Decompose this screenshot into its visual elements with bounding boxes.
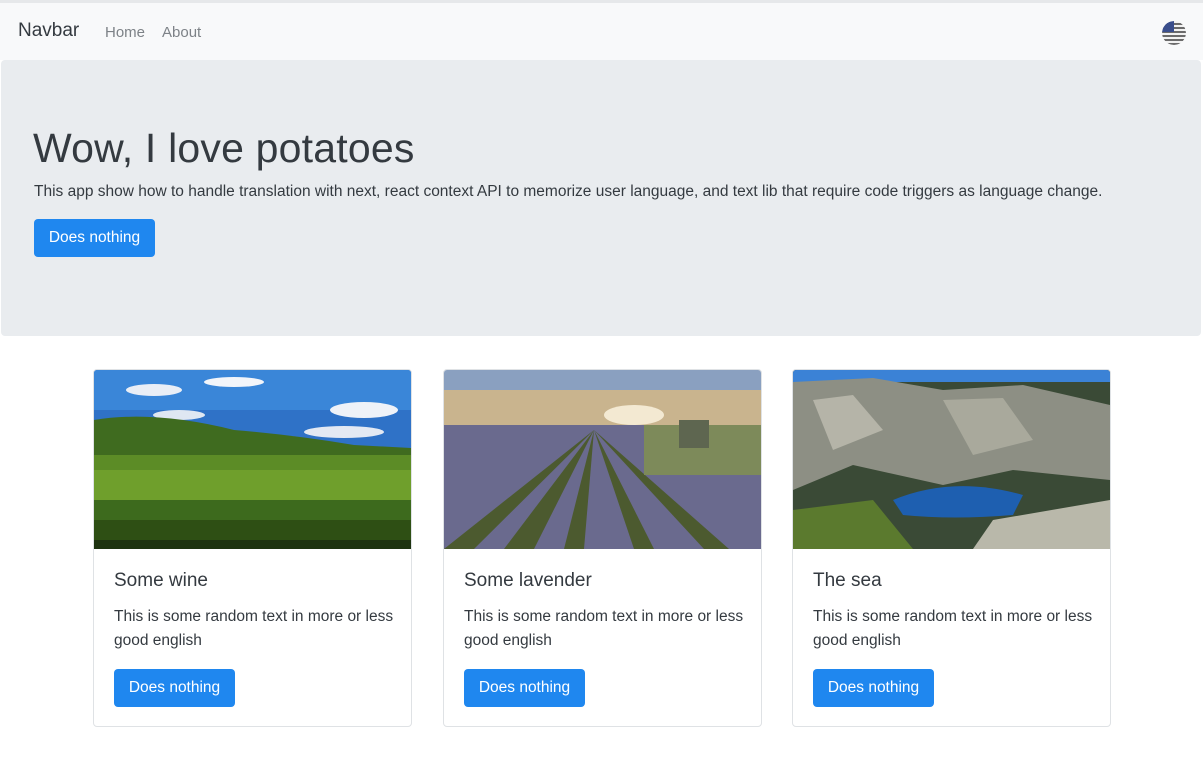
card-button[interactable]: Does nothing [464,669,585,707]
lavender-field-image [444,370,761,549]
card-button[interactable]: Does nothing [813,669,934,707]
hero-button[interactable]: Does nothing [34,219,155,257]
nav-link-about[interactable]: About [162,24,201,41]
hero-lead: This app show how to handle translation … [34,183,1103,200]
card-text: This is some random text in more or less… [114,608,394,649]
card-title: Some lavender [464,570,592,591]
card-title: Some wine [114,570,208,591]
card-text: This is some random text in more or less… [813,608,1093,649]
navbar: Navbar Home About [0,0,1203,60]
nav-links: Home About [105,24,218,41]
card-title: The sea [813,570,882,591]
vineyard-image [94,370,411,549]
nav-link-home[interactable]: Home [105,24,145,41]
card-wine: Some wine This is some random text in mo… [93,369,412,727]
navbar-brand[interactable]: Navbar [18,20,79,42]
language-flag-icon[interactable] [1162,21,1186,45]
card-button[interactable]: Does nothing [114,669,235,707]
card-sea: The sea This is some random text in more… [792,369,1111,727]
card-lavender: Some lavender This is some random text i… [443,369,762,727]
sea-cliffs-image [793,370,1110,549]
card-text: This is some random text in more or less… [464,608,744,649]
hero-title: Wow, I love potatoes [33,125,415,171]
